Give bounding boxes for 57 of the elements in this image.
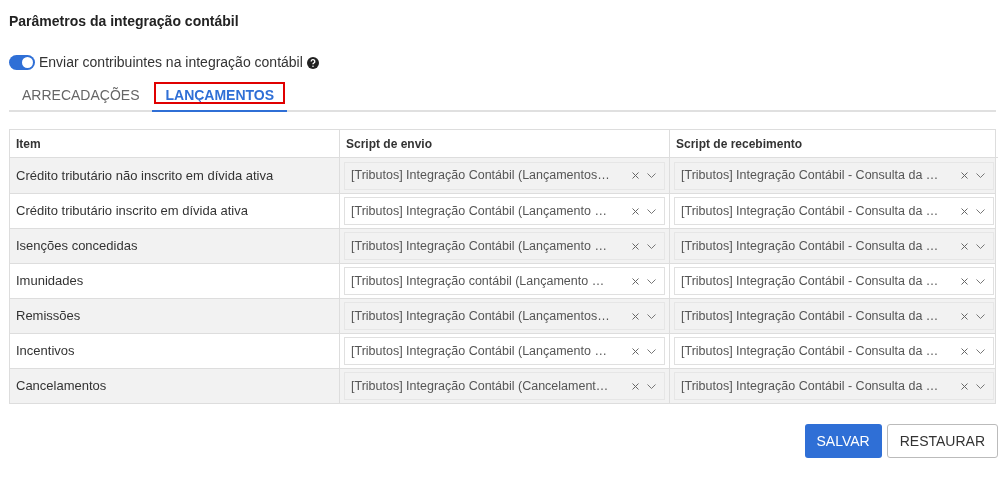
chevron-down-icon[interactable]	[647, 313, 656, 319]
table-cell-text: Crédito tributário não inscrito em dívida ativa	[15, 166, 275, 185]
toggle-switch[interactable]	[9, 55, 35, 70]
table-cell-text: Remissões	[15, 307, 82, 326]
chevron-down-icon[interactable]	[647, 278, 656, 284]
select-field[interactable]: [Tributos] Integração Contábil - Consulta da …	[674, 337, 994, 365]
select-field[interactable]: [Tributos] Integração Contábil (Lançamentos…	[344, 161, 665, 190]
clear-icon[interactable]	[632, 347, 639, 355]
chevron-down-icon[interactable]	[976, 278, 985, 284]
table-cell-text: Isenções concedidas	[15, 237, 139, 256]
tab[interactable]: LANÇAMENTOS	[152, 81, 288, 112]
clear-icon[interactable]	[632, 382, 639, 390]
select-field[interactable]: [Tributos] Integração Contábil - Consulta da …	[674, 161, 994, 190]
chevron-down-icon[interactable]	[976, 208, 985, 214]
help-icon[interactable]	[306, 56, 319, 69]
select-field[interactable]: [Tributos] Integração Contábil (Lançamento …	[344, 337, 665, 365]
clear-icon[interactable]	[961, 312, 968, 320]
select-field[interactable]: [Tributos] Integração Contábil - Consulta da …	[674, 302, 994, 330]
chevron-down-icon[interactable]	[647, 243, 656, 249]
table-cell-text: Incentivos	[15, 342, 76, 361]
clear-icon[interactable]	[632, 312, 639, 320]
chevron-down-icon[interactable]	[976, 313, 985, 319]
clear-icon[interactable]	[961, 207, 968, 215]
select-field[interactable]: [Tributos] Integração Contábil - Consulta da …	[674, 232, 994, 260]
chevron-down-icon[interactable]	[647, 383, 656, 389]
select-field[interactable]: [Tributos] Integração Contábil (Lançamento …	[344, 197, 665, 225]
select-field[interactable]: [Tributos] Integração Contábil - Consulta da …	[674, 267, 994, 295]
chevron-down-icon[interactable]	[976, 173, 985, 178]
tab[interactable]: ARRECADAÇÕES	[9, 81, 153, 112]
table-cell-text: Crédito tributário inscrito em dívida ativa	[15, 202, 249, 221]
toggle-label: Enviar contribuintes na integração contábil	[39, 53, 303, 72]
chevron-down-icon[interactable]	[647, 173, 656, 178]
page-title: Parâmetros da integração contábil	[9, 12, 240, 30]
chevron-down-icon[interactable]	[647, 348, 656, 354]
select-field[interactable]: [Tributos] Integração Contábil (Lançamento …	[344, 232, 665, 260]
chevron-down-icon[interactable]	[976, 383, 985, 389]
clear-icon[interactable]	[632, 277, 639, 285]
chevron-down-icon[interactable]	[976, 348, 985, 354]
clear-icon[interactable]	[961, 277, 968, 285]
clear-icon[interactable]	[961, 382, 968, 390]
chevron-down-icon[interactable]	[976, 243, 985, 249]
select-field[interactable]: [Tributos] Integração Contábil - Consulta da …	[674, 197, 994, 225]
table-cell-text: Cancelamentos	[15, 377, 108, 396]
chevron-down-icon[interactable]	[647, 208, 656, 214]
restore-button[interactable]: RESTAURAR	[886, 424, 998, 458]
clear-icon[interactable]	[961, 172, 968, 179]
clear-icon[interactable]	[632, 207, 639, 215]
select-field[interactable]: [Tributos] Integração Contábil (Lançamentos…	[344, 302, 665, 330]
clear-icon[interactable]	[961, 242, 968, 250]
select-field[interactable]: [Tributos] Integração Contábil (Cancelament…	[344, 372, 665, 400]
select-field[interactable]: [Tributos] Integração contábil (Lançamento …	[344, 267, 665, 295]
save-button[interactable]: SALVAR	[804, 424, 882, 458]
clear-icon[interactable]	[632, 242, 639, 250]
select-field[interactable]: [Tributos] Integração Contábil - Consulta da …	[674, 372, 994, 400]
table-cell-text: Imunidades	[15, 272, 85, 291]
clear-icon[interactable]	[632, 172, 639, 179]
clear-icon[interactable]	[961, 347, 968, 355]
